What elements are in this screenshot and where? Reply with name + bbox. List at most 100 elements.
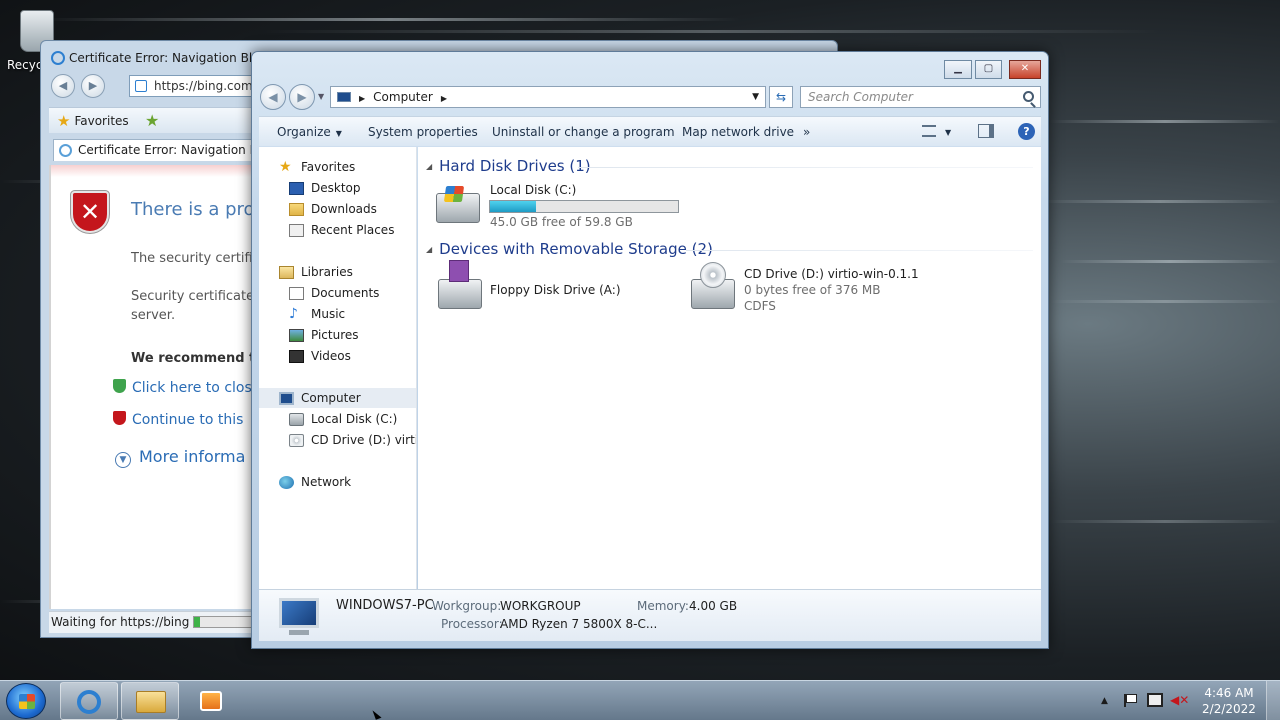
nav-item-desktop[interactable]: Desktop <box>289 178 361 198</box>
forward-button[interactable]: ▶ <box>289 84 315 110</box>
ie-status-text: Waiting for https://bing <box>51 615 190 629</box>
nav-item-videos[interactable]: Videos <box>289 346 351 366</box>
processor-value: AMD Ryzen 7 5800X 8-C... <box>500 617 658 631</box>
nav-item-recent-places[interactable]: Recent Places <box>289 220 394 240</box>
ie-favorites-label: Favorites <box>74 114 129 128</box>
nav-item-libraries[interactable]: Libraries <box>279 262 353 282</box>
ie-favorites-button[interactable]: ★ Favorites <box>57 112 129 130</box>
close-button[interactable]: ✕ <box>1009 60 1041 79</box>
collapse-triangle-icon: ◢ <box>426 244 433 254</box>
show-desktop-button[interactable] <box>1266 681 1280 720</box>
more-information-link[interactable]: ▼ More informa <box>115 447 245 468</box>
system-clock[interactable]: 4:46 AM 2/2/2022 <box>1198 685 1260 717</box>
nav-item-downloads[interactable]: Downloads <box>289 199 377 219</box>
show-hidden-icons-button[interactable]: ▲ <box>1101 696 1108 706</box>
error-heading: There is a probl <box>131 199 272 220</box>
cd-drive-filesystem: CDFS <box>744 299 776 313</box>
pictures-icon <box>289 328 304 342</box>
add-favorite-icon[interactable]: ★ <box>145 111 159 130</box>
red-shield-icon <box>113 411 126 425</box>
back-button[interactable]: ◀ <box>260 84 286 110</box>
local-disk-name: Local Disk (C:) <box>490 183 577 197</box>
more-commands-button[interactable]: » <box>803 125 810 139</box>
nav-item-local-disk[interactable]: Local Disk (C:) <box>289 409 397 429</box>
nav-item-music[interactable]: ♪ Music <box>289 304 345 324</box>
change-view-icon[interactable] <box>922 125 936 137</box>
breadcrumb-computer[interactable]: Computer <box>373 90 433 104</box>
videos-icon <box>289 349 304 363</box>
start-button[interactable] <box>6 683 46 719</box>
volume-muted-icon[interactable]: ◀✕ <box>1170 693 1189 709</box>
floppy-drive-icon <box>438 260 482 309</box>
media-player-icon[interactable] <box>200 691 222 711</box>
minimize-button[interactable]: ▁ <box>944 60 972 79</box>
explorer-window[interactable]: ▁ ▢ ✕ ◀ ▶ ▼ ▶ Computer ▶ ▼ ⇆ Search Comput… <box>251 51 1049 649</box>
navigation-pane: ★ Favorites Desktop Downloads Recent Plac… <box>259 147 417 589</box>
error-shield-icon: ✕ <box>71 191 109 233</box>
error-text-1: The security certifica <box>131 251 268 266</box>
nav-item-network[interactable]: Network <box>279 472 351 492</box>
recycle-bin-label: Recyc <box>7 58 43 72</box>
cd-drive-name: CD Drive (D:) virtio-win-0.1.1 <box>744 267 919 281</box>
group-header-removable[interactable]: ◢ Devices with Removable Storage (2) <box>426 240 713 258</box>
windows-logo-icon <box>19 694 35 709</box>
maximize-button[interactable]: ▢ <box>975 60 1002 79</box>
recent-pages-dropdown[interactable]: ▼ <box>318 92 324 101</box>
taskbar-ie-button[interactable] <box>60 682 118 720</box>
ie-back-button[interactable]: ◀ <box>51 74 75 98</box>
content-pane: ◢ Hard Disk Drives (1) Local Disk (C:) 45… <box>418 147 1041 589</box>
recent-places-icon <box>289 223 304 237</box>
tab-loading-icon <box>59 144 72 157</box>
clock-date: 2/2/2022 <box>1202 702 1256 716</box>
documents-icon <box>289 286 304 300</box>
help-icon[interactable]: ? <box>1018 123 1035 140</box>
chevron-down-icon: ▼ <box>335 129 342 138</box>
hard-drive-icon <box>289 412 304 426</box>
desktop-icon <box>289 181 304 195</box>
network-tray-icon[interactable] <box>1147 693 1163 707</box>
error-text-3: server. <box>131 308 176 323</box>
command-bar: Organize ▼ System properties Uninstall or… <box>259 116 1041 146</box>
close-webpage-link[interactable]: Click here to clos <box>113 379 252 396</box>
breadcrumb-arrow-icon[interactable]: ▶ <box>441 94 447 103</box>
view-options-dropdown[interactable]: ▼ <box>945 128 951 137</box>
nav-item-favorites[interactable]: ★ Favorites <box>279 157 355 177</box>
processor-label: Processor: <box>441 617 503 631</box>
address-bar[interactable]: ▶ Computer ▶ ▼ <box>330 86 766 108</box>
search-input[interactable]: Search Computer <box>800 86 1041 108</box>
nav-item-documents[interactable]: Documents <box>289 283 379 303</box>
action-center-flag-icon[interactable] <box>1124 694 1137 707</box>
ie-tab[interactable]: Certificate Error: Navigation Block <box>53 139 253 161</box>
taskbar-explorer-button[interactable] <box>121 682 179 720</box>
favorites-star-icon: ★ <box>57 112 71 130</box>
internet-explorer-icon <box>77 690 101 714</box>
search-icon[interactable] <box>1023 91 1034 102</box>
nav-item-computer[interactable]: Computer <box>259 388 416 408</box>
preview-pane-icon[interactable] <box>978 124 994 138</box>
page-icon <box>135 80 147 92</box>
ie-address-text: https://bing.com/ <box>154 79 257 93</box>
disk-capacity-bar <box>489 200 679 213</box>
green-shield-icon <box>113 379 126 393</box>
address-dropdown-icon[interactable]: ▼ <box>752 92 759 102</box>
refresh-button[interactable]: ⇆ <box>769 86 793 108</box>
clock-time: 4:46 AM <box>1204 686 1254 700</box>
breadcrumb-arrow-icon[interactable]: ▶ <box>359 94 365 103</box>
ie-forward-button[interactable]: ▶ <box>81 74 105 98</box>
continue-website-link[interactable]: Continue to this <box>113 411 243 428</box>
system-properties-button[interactable]: System properties <box>368 125 478 139</box>
taskbar: ▲ ◀✕ 4:46 AM 2/2/2022 <box>0 680 1280 720</box>
collapse-triangle-icon: ◢ <box>426 161 433 171</box>
computer-name: WINDOWS7-PC <box>336 598 434 613</box>
group-header-hard-disk[interactable]: ◢ Hard Disk Drives (1) <box>426 157 591 175</box>
libraries-icon <box>279 265 294 279</box>
cd-drive-icon <box>691 262 735 309</box>
uninstall-program-button[interactable]: Uninstall or change a program <box>492 125 675 139</box>
nav-item-cd-drive[interactable]: CD Drive (D:) virtio-w <box>289 430 416 450</box>
error-text-2: Security certificate p <box>131 289 267 304</box>
nav-item-pictures[interactable]: Pictures <box>289 325 359 345</box>
downloads-folder-icon <box>289 202 304 216</box>
ie-icon <box>51 51 65 65</box>
map-network-drive-button[interactable]: Map network drive <box>682 125 794 139</box>
organize-button[interactable]: Organize ▼ <box>277 125 342 139</box>
